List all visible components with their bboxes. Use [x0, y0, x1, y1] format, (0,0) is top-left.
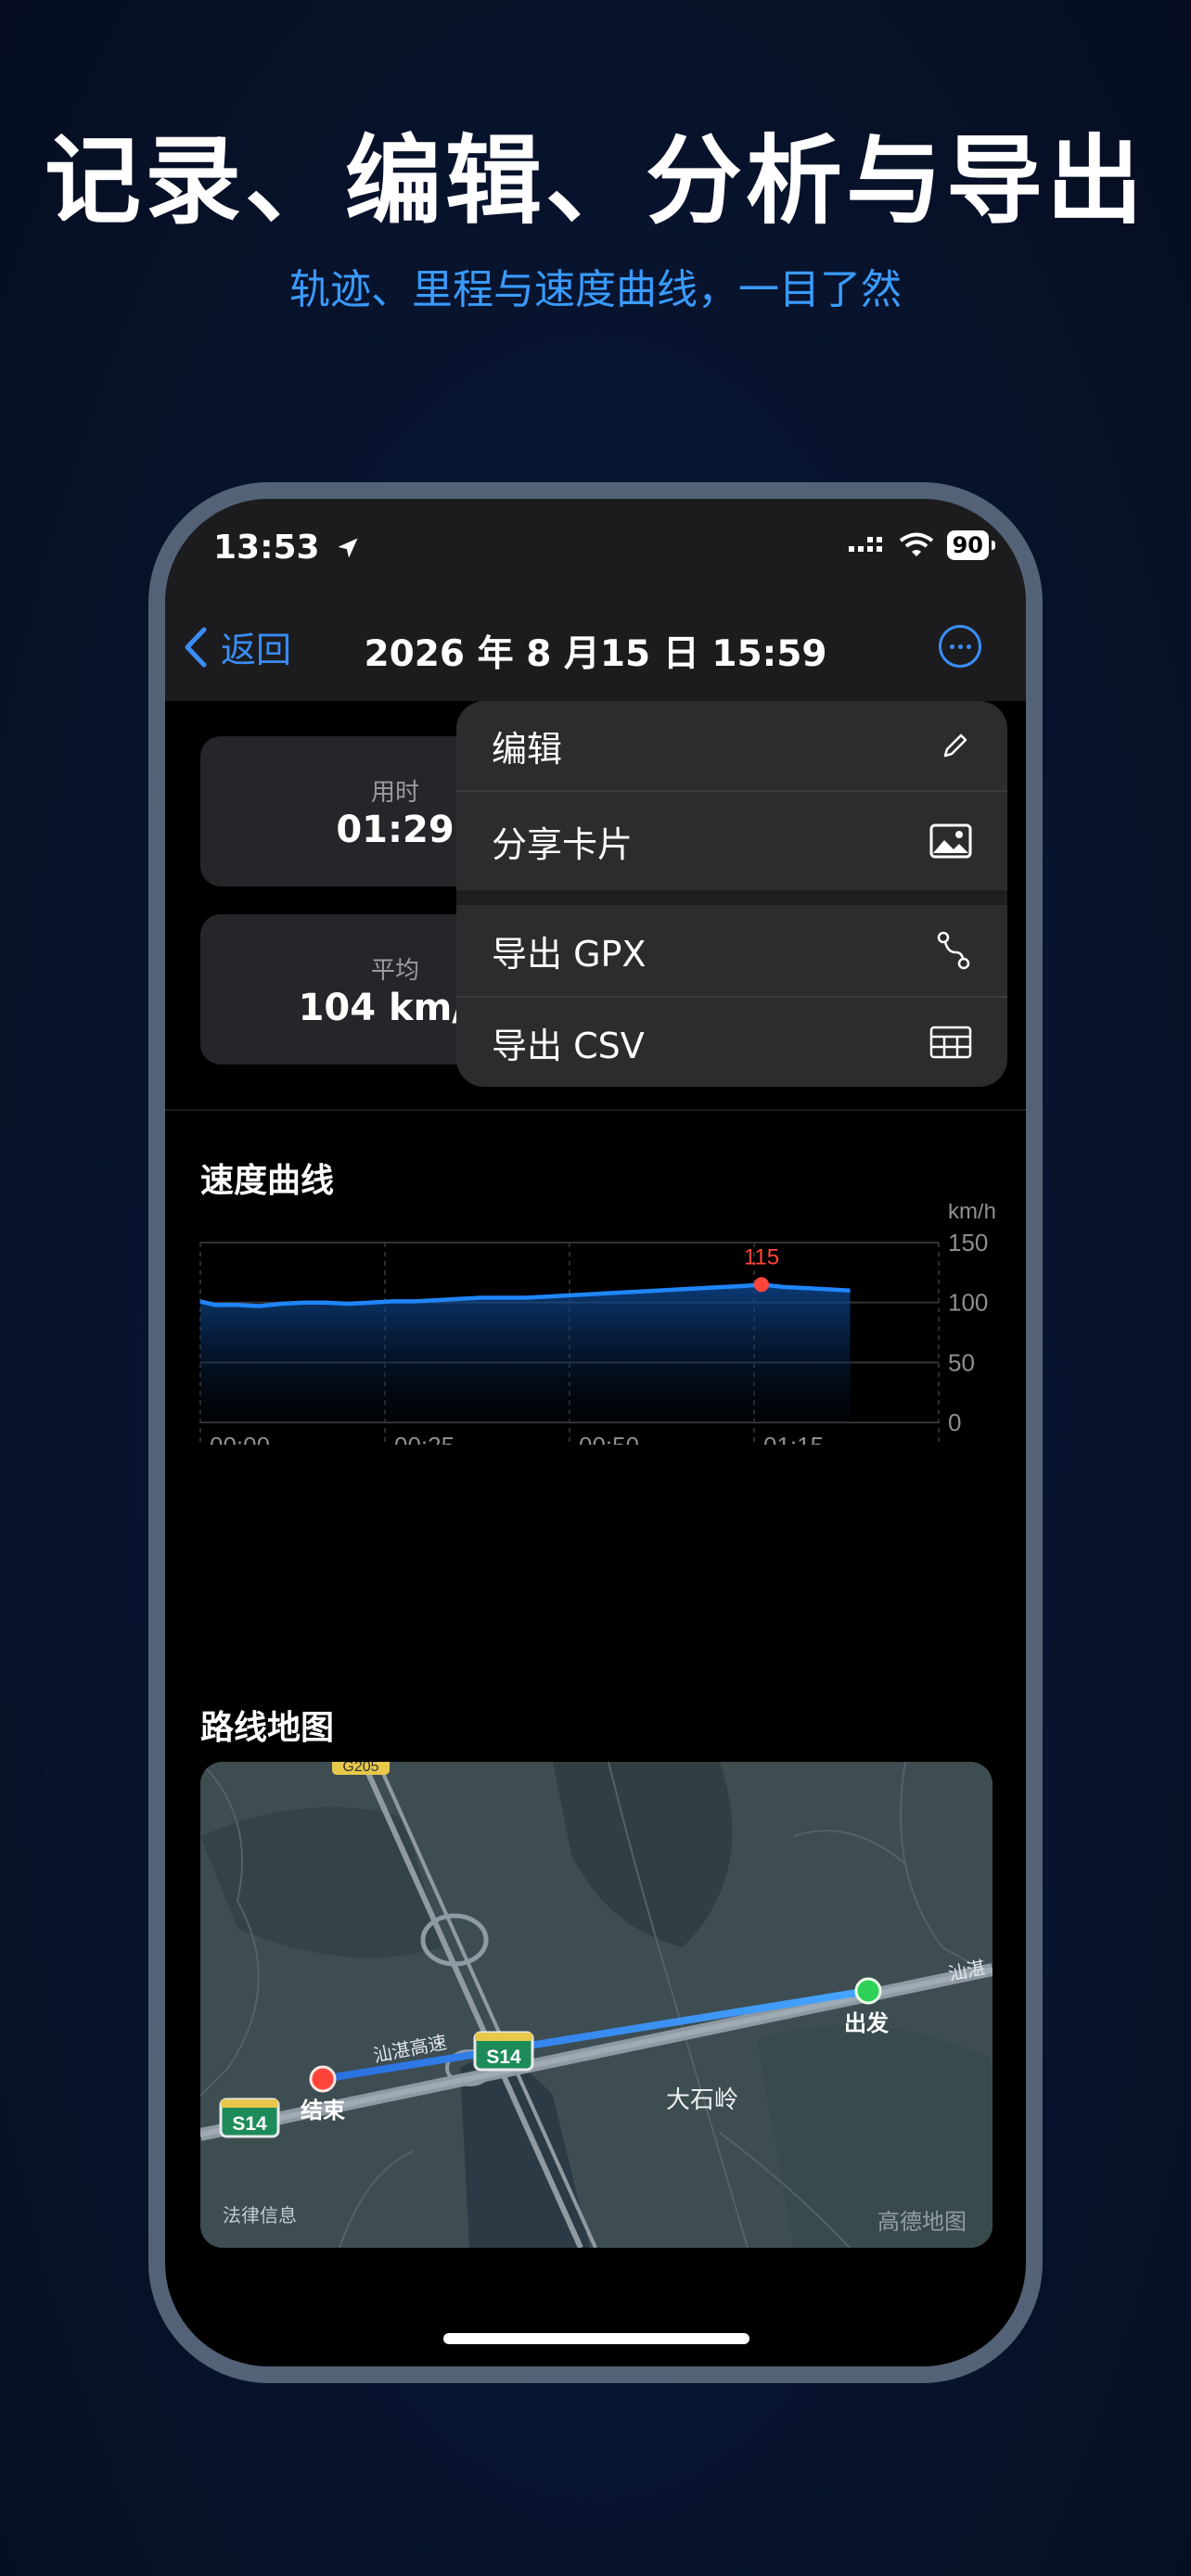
start-marker[interactable] [854, 1977, 882, 2005]
chart-y-tick-label: 100 [948, 1289, 988, 1317]
more-button[interactable] [939, 625, 981, 668]
legal-info-link[interactable]: 法律信息 [223, 2204, 297, 2226]
chart-peak-label: 115 [744, 1244, 779, 1269]
cellular-signal-icon [848, 537, 882, 552]
location-arrow-icon [338, 538, 358, 558]
chart-x-tick-label: 00:00 [210, 1432, 270, 1445]
page-title: 2026 年 8 月15 日 15:59 [364, 633, 827, 675]
route-icon [937, 931, 970, 970]
status-indicators: 90 [848, 530, 996, 560]
image-icon [929, 823, 972, 859]
menu-item-edit[interactable]: 编辑 [456, 701, 1007, 790]
pencil-icon [943, 733, 967, 758]
menu-item-export-csv[interactable]: 导出 CSV [456, 998, 1007, 1087]
chart-peak-point [753, 1277, 769, 1293]
route-map[interactable]: G205 S14 S14 汕湛高速 汕湛 大石岭 出发 结束 法律信息 高德地图 [200, 1762, 992, 2248]
chart-y-tick-label: 0 [948, 1409, 961, 1436]
menu-item-export-gpx[interactable]: 导出 GPX [456, 905, 1007, 996]
menu-item-label: 导出 GPX [492, 933, 647, 975]
chart-y-axis-unit: km/h [948, 1204, 996, 1224]
status-time: 13:53 [213, 529, 361, 567]
battery-indicator: 90 [946, 530, 996, 560]
end-marker[interactable] [309, 2065, 337, 2093]
home-indicator [443, 2333, 749, 2344]
road-shield: S14 [219, 2098, 280, 2138]
section-divider [165, 1109, 1026, 1111]
map-provider-logo: 高德地图 [877, 2209, 967, 2235]
menu-item-label: 分享卡片 [492, 823, 634, 865]
menu-item-label: 导出 CSV [492, 1025, 645, 1066]
chart-area-fill [200, 1284, 851, 1422]
menu-item-share-card[interactable]: 分享卡片 [456, 792, 1007, 890]
chart-x-tick-label: 01:15 [763, 1432, 824, 1445]
promo-headline: 记录、编辑、分析与导出 [44, 124, 1146, 237]
road-shield-label: S14 [486, 2047, 521, 2068]
road-shield: S14 [473, 2031, 534, 2072]
phone-screen: 13:53 90 返回 2026 年 8 月15 日 15:59 用时 01:2… [165, 499, 1026, 2366]
map-canvas: G205 S14 S14 汕湛高速 汕湛 大石岭 出发 结束 法律信息 高德地图 [200, 1762, 992, 2248]
speed-section-title: 速度曲线 [200, 1162, 335, 1200]
chart-y-tick-label: 150 [948, 1229, 988, 1256]
chart-x-tick-label: 00:25 [394, 1432, 455, 1445]
menu-group-gap [456, 890, 1007, 905]
start-label: 出发 [844, 2010, 889, 2036]
more-dot-icon [949, 644, 954, 649]
road-shield-label: S14 [232, 2113, 267, 2135]
town-label: 大石岭 [666, 2086, 738, 2114]
menu-item-label: 编辑 [492, 728, 563, 770]
more-dot-icon [966, 644, 971, 649]
actions-menu: 编辑 分享卡片 导出 GPX 导出 CSV [456, 701, 1007, 1087]
top-road-shield-label: G205 [342, 1762, 378, 1775]
chart-x-tick-label: 00:50 [579, 1432, 639, 1445]
table-icon [929, 1026, 972, 1059]
more-dot-icon [957, 644, 963, 649]
map-section-title: 路线地图 [200, 1709, 335, 1747]
wifi-icon [899, 532, 933, 556]
end-label: 结束 [301, 2098, 346, 2123]
promo-subheadline: 轨迹、里程与速度曲线，一目了然 [289, 266, 902, 313]
speed-chart: 115 150 100 50 0 km/h 00:00 00:25 00:50 01:15 [199, 1204, 996, 1445]
chart-y-tick-label: 50 [948, 1348, 975, 1376]
